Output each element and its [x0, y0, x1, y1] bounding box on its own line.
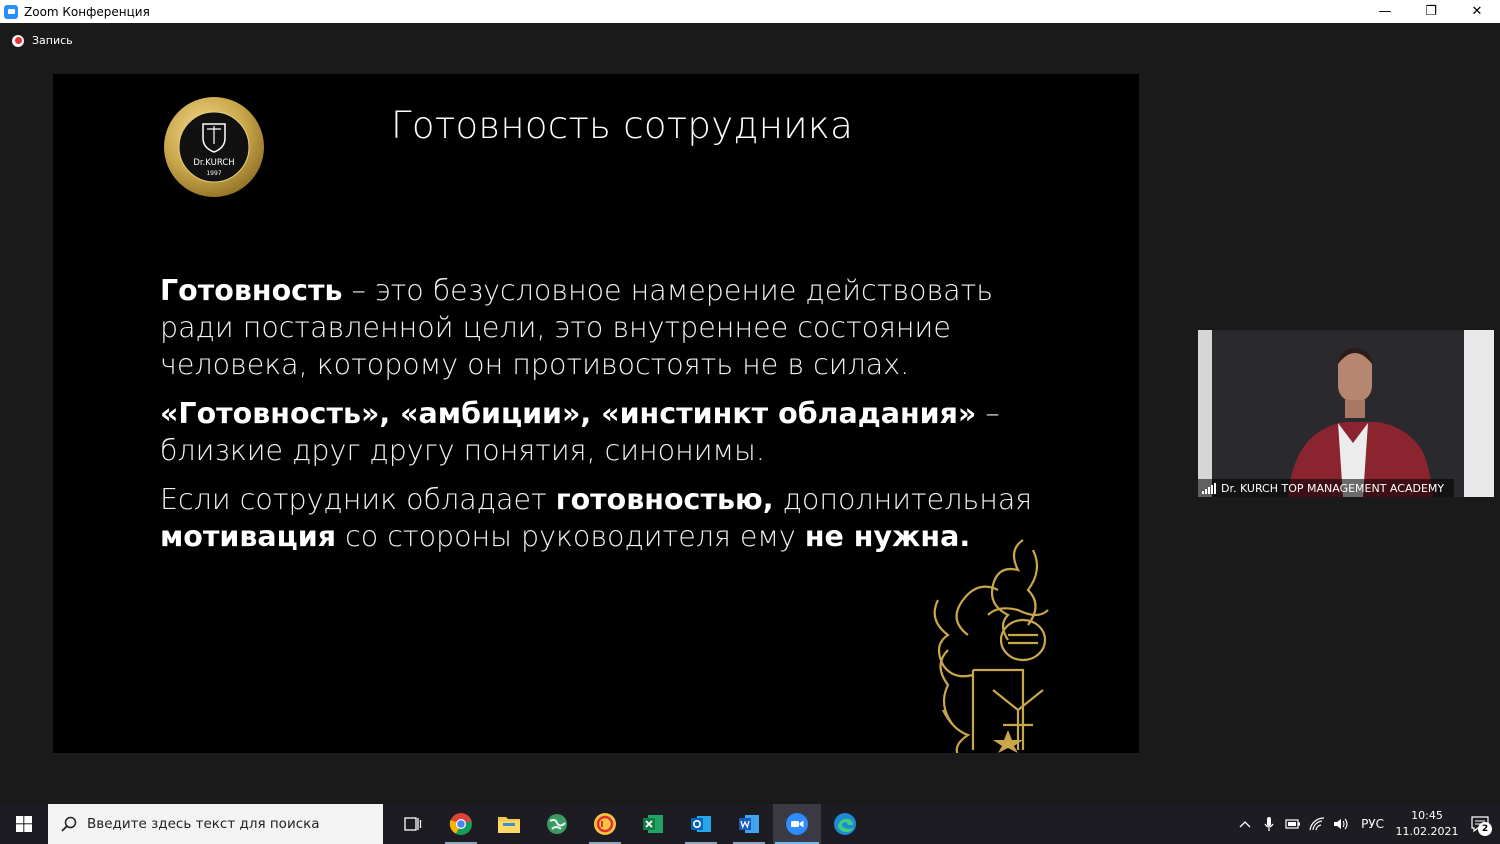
windows-logo-icon: [16, 816, 32, 832]
search-input[interactable]: [87, 816, 367, 832]
speaker-volume-icon: [1334, 818, 1348, 830]
signal-strength-icon: [1202, 482, 1216, 494]
chrome-icon: [449, 813, 472, 835]
academy-logo: Dr.KURCH 1997: [164, 97, 264, 197]
shared-slide: Dr.KURCH 1997 Готовность сотрудника Гото…: [53, 74, 1139, 753]
restore-button[interactable]: ❐: [1408, 0, 1454, 23]
chevron-up-icon: [1239, 821, 1251, 828]
window-title-bar: Zoom Конференция — ❐ ✕: [0, 0, 1500, 23]
outlook-icon: [691, 816, 711, 832]
zoom-app-icon: [4, 4, 18, 19]
motivation-bold-1: готовностью,: [555, 483, 774, 516]
system-tray: РУС 10:45 11.02.2021 2: [1233, 804, 1500, 844]
1c-icon: [594, 813, 616, 835]
slide-body: Готовность – это безусловное намерение д…: [160, 272, 1060, 567]
task-view-icon: [404, 817, 422, 831]
slide-title: Готовность сотрудника: [391, 104, 854, 147]
network-tray[interactable]: [1305, 804, 1329, 844]
recording-indicator[interactable]: Запись: [12, 34, 73, 47]
window-title: Zoom Конференция: [24, 4, 150, 19]
wifi-icon: [1309, 817, 1325, 831]
show-hidden-icons-button[interactable]: [1233, 804, 1257, 844]
battery-icon: [1285, 819, 1301, 829]
paragraph-motivation: Если сотрудник обладает готовностью, доп…: [160, 481, 1060, 555]
motivation-text-1: Если сотрудник обладает: [160, 483, 556, 516]
start-button[interactable]: [0, 804, 48, 844]
input-language[interactable]: РУС: [1361, 817, 1384, 831]
paragraph-synonyms: «Готовность», «амбиции», «инстинкт облад…: [160, 395, 1060, 469]
microphone-tray[interactable]: [1257, 804, 1281, 844]
action-center-button[interactable]: 2: [1460, 804, 1500, 844]
clock-time: 10:45: [1411, 809, 1443, 822]
motivation-text-3: со стороны руководителя ему: [336, 520, 805, 553]
task-view-button[interactable]: [389, 804, 437, 844]
recording-label: Запись: [32, 34, 73, 47]
microphone-icon: [1264, 817, 1274, 831]
file-explorer-icon: [498, 817, 520, 833]
minimize-button[interactable]: —: [1362, 0, 1408, 23]
logo-year-text: 1997: [206, 170, 221, 177]
term-readiness: Готовность: [160, 274, 343, 307]
taskbar-word[interactable]: [725, 804, 773, 844]
taskbar-zoom[interactable]: [773, 804, 821, 844]
logo-name-text: Dr.KURCH: [193, 158, 234, 168]
zoom-icon: [786, 813, 808, 835]
paragraph-definition: Готовность – это безусловное намерение д…: [160, 272, 1060, 383]
word-icon: [739, 815, 759, 833]
windows-taskbar: РУС 10:45 11.02.2021 2: [0, 804, 1500, 844]
taskbar-excel[interactable]: [629, 804, 677, 844]
synonym-terms: «Готовность», «амбиции», «инстинкт облад…: [160, 397, 977, 430]
battery-tray[interactable]: [1281, 804, 1305, 844]
taskbar-1c[interactable]: [581, 804, 629, 844]
taskbar-globe-app[interactable]: [533, 804, 581, 844]
participant-name: Dr. KURCH TOP MANAGEMENT ACADEMY: [1221, 481, 1445, 495]
excel-icon: [643, 815, 663, 833]
participant-name-bar: Dr. KURCH TOP MANAGEMENT ACADEMY: [1198, 479, 1454, 497]
taskbar-search[interactable]: [48, 804, 383, 844]
clock[interactable]: 10:45 11.02.2021: [1394, 808, 1460, 840]
motivation-text-2: дополнительная: [773, 483, 1033, 516]
heraldic-crest-icon: [933, 539, 1049, 753]
clock-date: 11.02.2021: [1395, 825, 1459, 838]
record-icon: [12, 34, 24, 47]
edge-icon: [834, 813, 856, 835]
taskbar-edge[interactable]: [821, 804, 869, 844]
taskbar-chrome[interactable]: [437, 804, 485, 844]
taskbar-file-explorer[interactable]: [485, 804, 533, 844]
volume-tray[interactable]: [1329, 804, 1353, 844]
search-icon: [61, 816, 77, 832]
taskbar-outlook[interactable]: [677, 804, 725, 844]
notification-count: 2: [1478, 822, 1492, 836]
speaker-video: [1288, 348, 1433, 497]
close-button[interactable]: ✕: [1454, 0, 1500, 23]
participant-video-tile[interactable]: Dr. KURCH TOP MANAGEMENT ACADEMY: [1198, 330, 1494, 497]
motivation-bold-2: мотивация: [160, 520, 337, 553]
globe-app-icon: [547, 814, 567, 834]
